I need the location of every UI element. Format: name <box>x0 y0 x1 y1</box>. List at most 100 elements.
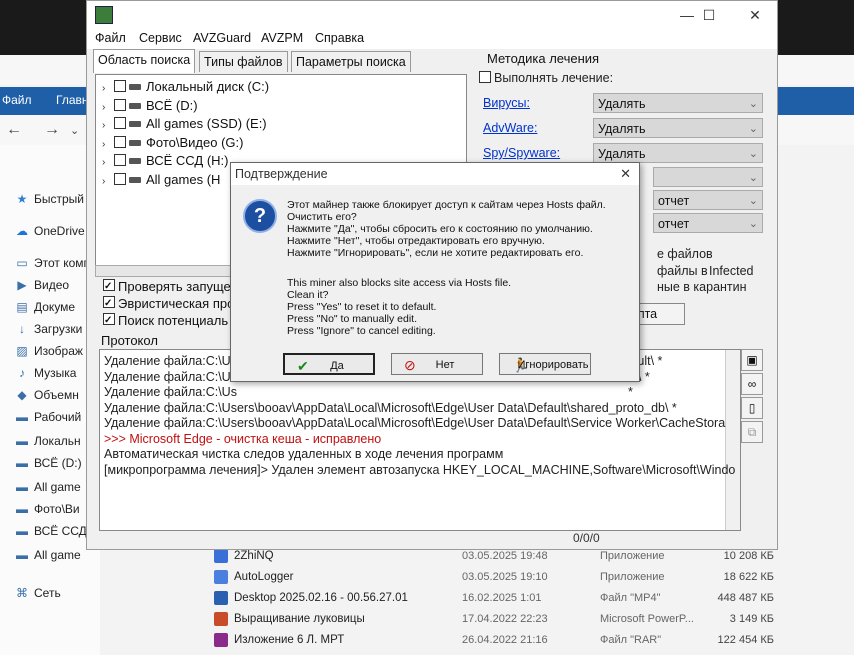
file-row[interactable]: Выращивание луковицы 17.04.2022 22:23 Micr… <box>210 610 780 630</box>
checkbox[interactable] <box>114 154 126 166</box>
menu-avzguard[interactable]: AVZGuard <box>193 31 251 45</box>
dialog-message-line: Press "Yes" to reset it to default. <box>287 301 437 313</box>
expand-arrow-icon[interactable]: › <box>102 157 114 168</box>
sidebar-item-label: Локальн <box>34 434 81 448</box>
sidebar-item[interactable]: ▨ Изображ <box>14 344 83 364</box>
close-icon[interactable]: ✕ <box>735 3 775 27</box>
expand-arrow-icon[interactable]: › <box>102 120 114 131</box>
option-check-running[interactable]: Проверять запущен <box>103 279 238 294</box>
perform-treatment-option[interactable]: Выполнять лечение: <box>479 71 613 85</box>
file-row[interactable]: Изложение 6 Л. МРТ 26.04.2022 21:16 Файл "… <box>210 631 780 651</box>
sidebar-item-label: OneDrive - <box>34 224 93 238</box>
file-name: 2ZhiNQ <box>234 550 274 562</box>
no-button[interactable]: ⊘ Нет <box>391 353 483 375</box>
tab-search-area[interactable]: Область поиска <box>93 49 196 73</box>
sidebar-item[interactable]: ♪ Музыка <box>14 366 76 386</box>
drive-icon <box>129 139 141 146</box>
sidebar-item[interactable]: ▬ Рабочий <box>14 410 81 430</box>
sidebar-item[interactable]: ▬ All game <box>14 548 81 568</box>
menu-service[interactable]: Сервис <box>139 31 182 45</box>
checkbox[interactable] <box>114 98 126 111</box>
ignore-button[interactable]: 🏃 Игнорировать <box>499 353 591 375</box>
tree-item[interactable]: › Локальный диск (C:) <box>102 79 269 97</box>
select-value: Удалять <box>598 97 646 111</box>
sidebar-item-label: Фото\Ви <box>34 502 80 516</box>
file-row[interactable]: AutoLogger 03.05.2025 19:10 Приложение 18 6… <box>210 568 780 588</box>
checkbox[interactable] <box>103 313 115 325</box>
dialog-message-line: This miner also blocks site access via H… <box>287 277 512 289</box>
tree-item[interactable]: › ВСЁ (D:) <box>102 98 198 116</box>
file-icon <box>214 612 228 626</box>
method-fragment: ные в карантин <box>657 280 747 294</box>
save-log-icon[interactable]: ▣ <box>741 349 763 371</box>
sidebar-item[interactable]: ↓ Загрузки <box>14 322 82 342</box>
new-document-icon[interactable]: ▯ <box>741 397 763 419</box>
sidebar-item[interactable]: ▬ ВСЁ ССД <box>14 524 87 544</box>
tree-item[interactable]: › All games (SSD) (E:) <box>102 116 267 134</box>
checkbox[interactable] <box>103 279 115 291</box>
sidebar-item[interactable]: ◆ Объемн <box>14 388 78 408</box>
tree-item[interactable]: › All games (H <box>102 172 220 190</box>
tree-item[interactable]: › Фото\Видео (G:) <box>102 135 243 153</box>
method-select[interactable]: Удалять ⌄ <box>593 93 763 113</box>
expand-arrow-icon[interactable]: › <box>102 139 114 150</box>
tab-file-types[interactable]: Типы файлов <box>199 51 288 72</box>
method-select[interactable]: Удалять ⌄ <box>593 143 763 163</box>
method-select[interactable]: ⌄ <box>653 167 763 187</box>
image-icon: ▨ <box>16 344 28 358</box>
option-heuristic[interactable]: Эвристическая про <box>103 296 234 311</box>
forward-arrow-icon[interactable]: → <box>44 121 60 139</box>
chevron-down-icon[interactable]: ⌄ <box>70 124 79 137</box>
glasses-icon[interactable]: ∞ <box>741 373 763 395</box>
sidebar-item[interactable]: ▶ Видео <box>14 278 69 298</box>
expand-arrow-icon[interactable]: › <box>102 83 114 94</box>
method-select[interactable]: отчет ⌄ <box>653 190 763 210</box>
group-title: Методика лечения <box>483 51 604 66</box>
drive-icon <box>129 121 141 127</box>
checkbox[interactable] <box>114 172 126 185</box>
checkbox[interactable] <box>114 117 126 129</box>
back-arrow-icon[interactable]: ← <box>6 121 22 139</box>
confirmation-dialog: Подтверждение ✕ ? Этот майнер также блок… <box>230 162 640 382</box>
cloud-icon: ☁ <box>16 224 28 238</box>
ribbon-tab-home[interactable]: Главн <box>56 93 89 107</box>
checkbox[interactable] <box>114 80 126 92</box>
log-line: Удаление файла:C:\Users\booav\AppData\Lo… <box>104 400 677 415</box>
sidebar-item[interactable]: ⌘ Сеть <box>14 586 61 606</box>
sidebar-item[interactable]: ▤ Докуме <box>14 300 75 320</box>
ribbon-tab-file[interactable]: Файл <box>2 93 32 107</box>
method-select[interactable]: отчет ⌄ <box>653 213 763 233</box>
method-select[interactable]: Удалять ⌄ <box>593 118 763 138</box>
checkbox[interactable] <box>103 296 115 308</box>
expand-arrow-icon[interactable]: › <box>102 102 114 113</box>
checkbox[interactable] <box>114 135 126 148</box>
tree-item-label: All games (SSD) (E:) <box>146 116 267 131</box>
sidebar-item[interactable]: ▬ ВСЁ (D:) <box>14 456 82 476</box>
method-link[interactable]: Spy/Spyware: <box>483 146 560 160</box>
method-link[interactable]: Вирусы: <box>483 96 530 110</box>
option-search-potential[interactable]: Поиск потенциаль <box>103 313 228 328</box>
drive-icon: ▬ <box>16 524 28 538</box>
menu-avzpm[interactable]: AVZPM <box>261 31 303 45</box>
sidebar-item[interactable]: ★ Быстрый д <box>14 192 95 212</box>
file-row[interactable]: 2ZhiNQ 03.05.2025 19:48 Приложение 10 208 К… <box>210 547 780 567</box>
sidebar-item[interactable]: ▭ Этот комп <box>14 256 90 276</box>
log-vertical-scrollbar[interactable] <box>725 350 740 530</box>
close-icon[interactable]: ✕ <box>620 166 631 182</box>
menu-help[interactable]: Справка <box>315 31 364 45</box>
method-link[interactable]: AdvWare: <box>483 121 537 135</box>
menu-file[interactable]: Файл <box>95 31 126 45</box>
sidebar-item[interactable]: ☁ OneDrive - <box>14 224 92 244</box>
tree-item[interactable]: › ВСЁ ССД (H:) <box>102 153 228 171</box>
sidebar-item-label: Загрузки <box>34 322 83 336</box>
yes-button[interactable]: ✔ Да <box>283 353 375 375</box>
ignore-button-label: Игнорировать <box>517 359 589 371</box>
expand-arrow-icon[interactable]: › <box>102 176 114 187</box>
sidebar-item[interactable]: ▬ Локальн <box>14 434 81 454</box>
sidebar-item[interactable]: ▬ Фото\Ви <box>14 502 80 522</box>
maximize-icon[interactable]: ☐ <box>689 3 729 27</box>
file-row[interactable]: Desktop 2025.02.16 - 00.56.27.01 16.02.20… <box>210 589 780 609</box>
sidebar-item[interactable]: ▬ All game <box>14 480 81 500</box>
checkbox[interactable] <box>479 71 491 83</box>
tab-search-params[interactable]: Параметры поиска <box>291 51 411 72</box>
